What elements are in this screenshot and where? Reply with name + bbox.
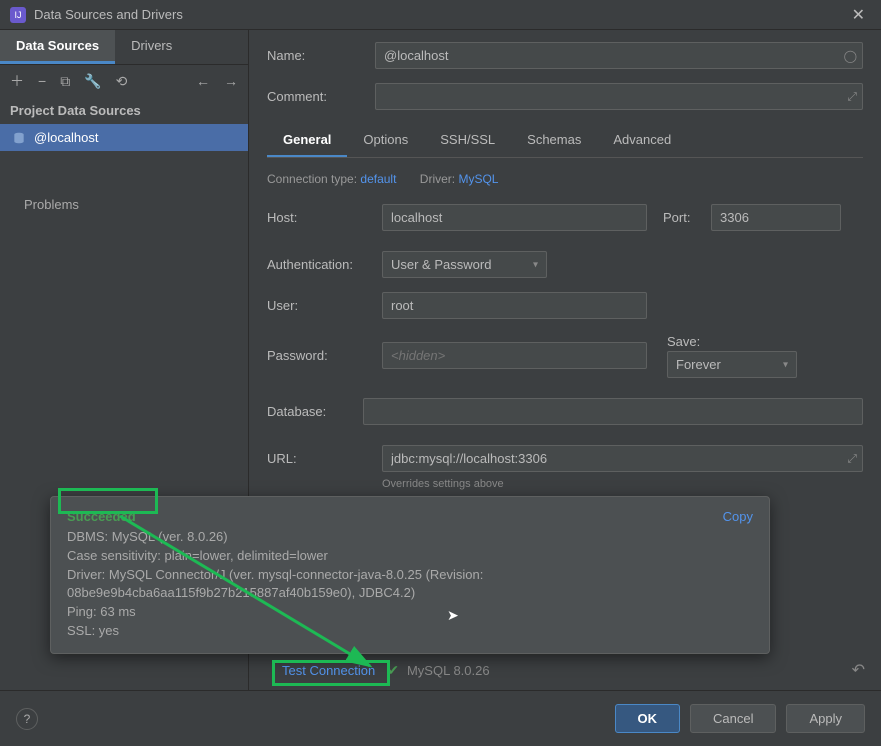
popup-line-ping: Ping: 63 ms	[67, 603, 753, 622]
ok-button[interactable]: OK	[615, 704, 681, 733]
close-icon[interactable]: ✕	[846, 3, 871, 27]
wrench-icon[interactable]: 🔧	[84, 73, 101, 90]
copy-link[interactable]: Copy	[723, 509, 753, 524]
tab-ssh-ssl[interactable]: SSH/SSL	[424, 124, 511, 157]
data-source-item[interactable]: @localhost	[0, 124, 248, 151]
tab-advanced[interactable]: Advanced	[597, 124, 687, 157]
cancel-button[interactable]: Cancel	[690, 704, 776, 733]
app-icon: IJ	[10, 7, 26, 23]
url-input[interactable]	[382, 445, 863, 472]
forward-icon[interactable]: →	[224, 73, 238, 89]
left-toolbar: ＋ − ⧉ 🔧 ⟲ ← →	[0, 65, 248, 97]
host-label: Host:	[267, 210, 382, 225]
popup-line-ssl: SSL: yes	[67, 622, 753, 641]
password-label: Password:	[267, 348, 382, 363]
apply-button[interactable]: Apply	[786, 704, 865, 733]
help-button[interactable]: ?	[16, 708, 38, 730]
back-icon[interactable]: ←	[196, 73, 210, 89]
test-result-popup: Succeeded Copy DBMS: MySQL (ver. 8.0.26)…	[50, 496, 770, 654]
save-select[interactable]: Forever	[667, 351, 797, 378]
name-input[interactable]	[375, 42, 863, 69]
expand-icon[interactable]: ⤢	[847, 89, 857, 104]
popup-line-case: Case sensitivity: plain=lower, delimited…	[67, 547, 753, 566]
database-label: Database:	[267, 404, 363, 419]
left-tabs: Data Sources Drivers	[0, 30, 248, 65]
auth-select[interactable]: User & Password	[382, 251, 547, 278]
password-input[interactable]	[382, 342, 647, 369]
tab-drivers[interactable]: Drivers	[115, 30, 188, 64]
name-label: Name:	[267, 48, 375, 63]
connection-info: Connection type: default Driver: MySQL	[267, 172, 863, 186]
undo-icon[interactable]: ↶	[852, 660, 865, 680]
copy-icon[interactable]: ⧉	[60, 73, 70, 90]
revert-icon[interactable]: ⟲	[116, 73, 128, 90]
test-version: MySQL 8.0.26	[407, 663, 490, 678]
detail-tabs: General Options SSH/SSL Schemas Advanced	[267, 124, 863, 158]
comment-input[interactable]	[375, 83, 863, 110]
conn-type-label: Connection type:	[267, 172, 357, 186]
project-data-sources-header: Project Data Sources	[0, 97, 248, 124]
color-circle-icon[interactable]: ◯	[844, 49, 857, 63]
remove-icon[interactable]: −	[38, 73, 46, 89]
footer: ? OK Cancel Apply	[0, 690, 881, 746]
tab-data-sources[interactable]: Data Sources	[0, 30, 115, 64]
auth-label: Authentication:	[267, 257, 382, 272]
port-input[interactable]	[711, 204, 841, 231]
status-text: Succeeded	[67, 509, 136, 524]
check-icon: ✔	[387, 662, 399, 679]
port-label: Port:	[663, 210, 711, 225]
comment-label: Comment:	[267, 89, 375, 104]
mysql-icon	[12, 131, 26, 145]
user-input[interactable]	[382, 292, 647, 319]
expand-url-icon[interactable]: ⤢	[847, 451, 857, 466]
tab-schemas[interactable]: Schemas	[511, 124, 597, 157]
save-label: Save:	[667, 334, 700, 349]
tab-options[interactable]: Options	[347, 124, 424, 157]
test-connection-row: Test Connection ✔ MySQL 8.0.26 ↶	[278, 654, 865, 686]
data-source-label: @localhost	[34, 130, 99, 145]
titlebar: IJ Data Sources and Drivers ✕	[0, 0, 881, 30]
url-hint: Overrides settings above	[382, 478, 504, 490]
driver-link[interactable]: MySQL	[458, 172, 498, 186]
window-title: Data Sources and Drivers	[34, 7, 846, 22]
add-icon[interactable]: ＋	[10, 71, 24, 91]
driver-label: Driver:	[420, 172, 455, 186]
problems-item[interactable]: Problems	[0, 191, 248, 218]
popup-line-dbms: DBMS: MySQL (ver. 8.0.26)	[67, 528, 753, 547]
user-label: User:	[267, 298, 382, 313]
url-label: URL:	[267, 451, 382, 466]
database-input[interactable]	[363, 398, 863, 425]
test-connection-link[interactable]: Test Connection	[278, 661, 379, 680]
tab-general[interactable]: General	[267, 124, 347, 157]
host-input[interactable]	[382, 204, 647, 231]
popup-line-driver: Driver: MySQL Connector/J (ver. mysql-co…	[67, 566, 753, 604]
conn-type-link[interactable]: default	[360, 172, 396, 186]
